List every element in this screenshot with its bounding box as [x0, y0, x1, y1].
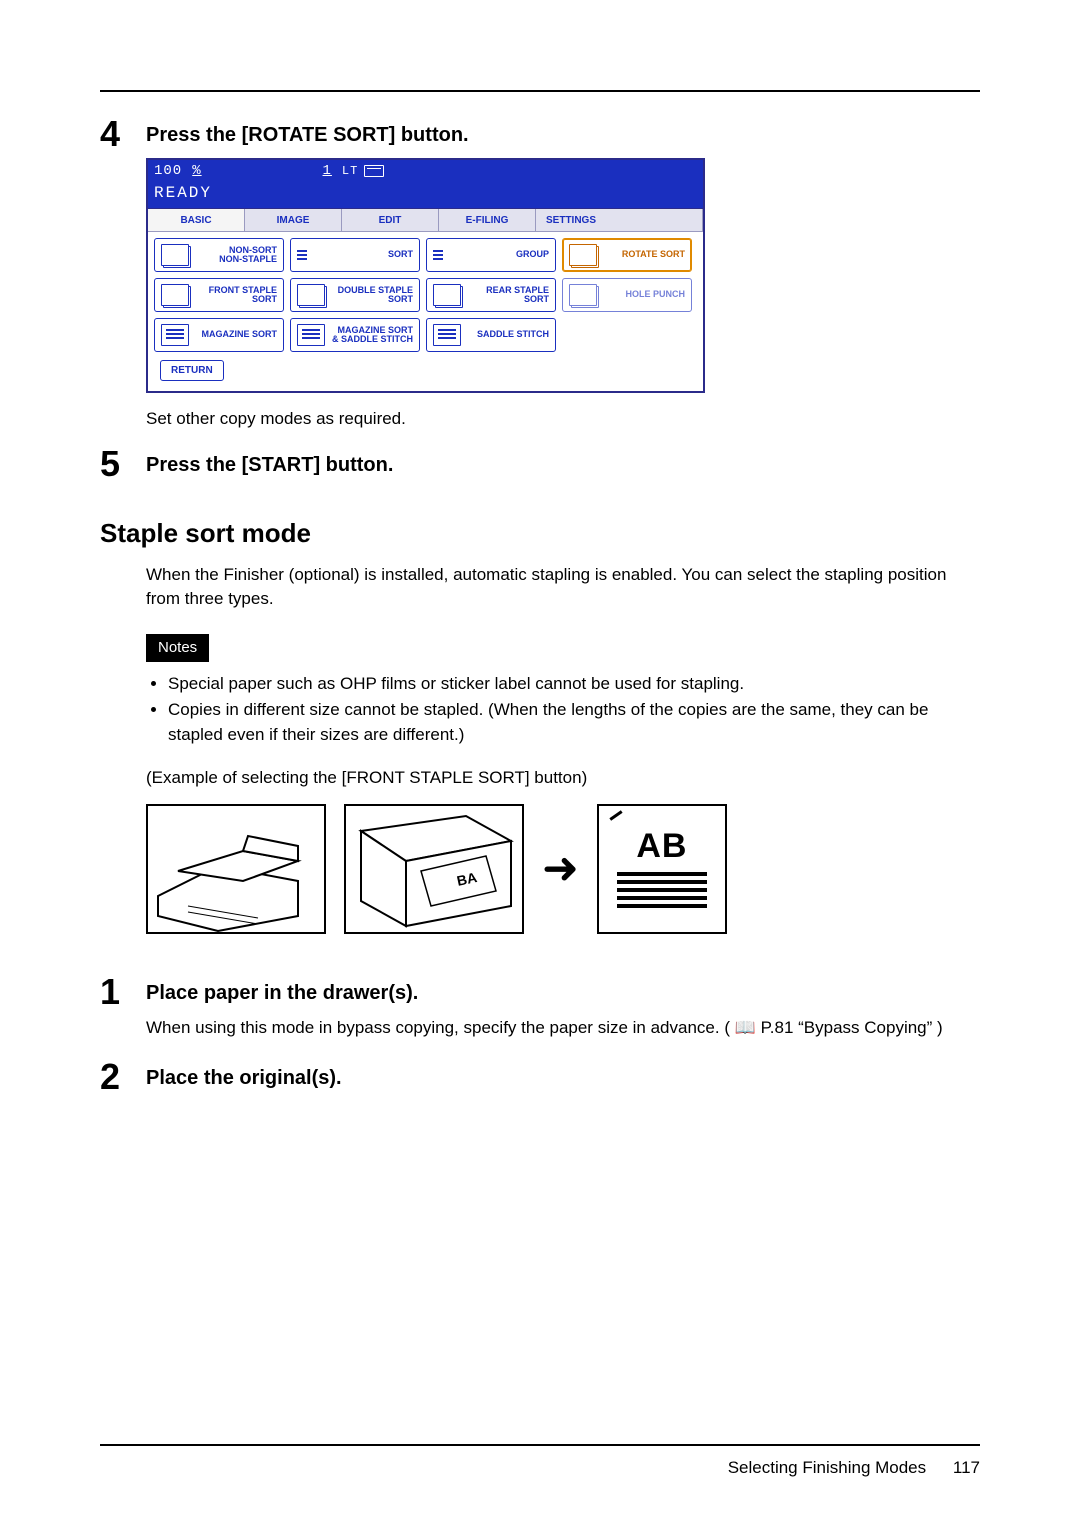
illus-output: AB — [597, 804, 727, 934]
opt-rotate-sort[interactable]: ROTATE SORT — [562, 238, 692, 272]
opt-saddle-stitch[interactable]: SADDLE STITCH — [426, 318, 556, 352]
step-5: 5 Press the [START] button. — [100, 446, 980, 482]
step-4: 4 Press the [ROTATE SORT] button. — [100, 116, 980, 152]
options-grid: NON-SORTNON-STAPLE SORT GROUP ROTATE SOR… — [148, 232, 703, 391]
note-item: Special paper such as OHP films or stick… — [168, 672, 980, 697]
footer: Selecting Finishing Modes 117 — [728, 1458, 980, 1478]
section-title: Staple sort mode — [100, 518, 980, 549]
opt-magazine-sort[interactable]: MAGAZINE SORT — [154, 318, 284, 352]
panel-tabs: BASIC IMAGE EDIT E-FILING SETTINGS — [148, 208, 703, 232]
zoom-unit: % — [192, 163, 201, 179]
note-item: Copies in different size cannot be stapl… — [168, 698, 980, 747]
page-number: 117 — [953, 1458, 980, 1477]
step1-ref: P.81 “Bypass Copying” — [761, 1018, 933, 1037]
footer-rule — [100, 1444, 980, 1446]
tab-settings[interactable]: SETTINGS — [536, 209, 703, 232]
tab-image[interactable]: IMAGE — [245, 209, 342, 232]
step-number: 1 — [100, 974, 146, 1010]
opt-hole-punch[interactable]: HOLE PUNCH — [562, 278, 692, 312]
illus-glass: BA — [344, 804, 524, 934]
page: 4 Press the [ROTATE SORT] button. 100 % … — [0, 0, 1080, 1526]
ab-label: AB — [636, 827, 687, 866]
example-caption: (Example of selecting the [FRONT STAPLE … — [146, 766, 980, 791]
step-number: 4 — [100, 116, 146, 152]
opt-magazine-saddle[interactable]: MAGAZINE SORT& SADDLE STITCH — [290, 318, 420, 352]
text-lines-icon — [617, 872, 707, 912]
copies-value: 1 — [323, 163, 332, 179]
step-title: Press the [START] button. — [146, 446, 393, 477]
tab-efiling[interactable]: E-FILING — [439, 209, 536, 232]
step-title: Place paper in the drawer(s). — [146, 974, 418, 1005]
opt-double-staple[interactable]: DOUBLE STAPLESORT — [290, 278, 420, 312]
tab-basic[interactable]: BASIC — [148, 209, 245, 232]
tray-icon — [364, 165, 384, 177]
book-icon: 📖 — [735, 1018, 761, 1037]
section-intro: When the Finisher (optional) is installe… — [146, 563, 980, 612]
step-title: Press the [ROTATE SORT] button. — [146, 116, 469, 147]
step-number: 5 — [100, 446, 146, 482]
opt-nonsort[interactable]: NON-SORTNON-STAPLE — [154, 238, 284, 272]
zoom-value: 100 — [154, 163, 182, 179]
step-2: 2 Place the original(s). — [100, 1059, 980, 1095]
return-button[interactable]: RETURN — [160, 360, 224, 381]
step-title: Place the original(s). — [146, 1059, 342, 1090]
tab-edit[interactable]: EDIT — [342, 209, 439, 232]
footer-title: Selecting Finishing Modes — [728, 1458, 926, 1477]
panel-wrap: 100 % 1 LT READY BASIC IMAGE EDIT E-FILI… — [146, 158, 980, 393]
panel-header: 100 % 1 LT — [148, 160, 703, 182]
step-1: 1 Place paper in the drawer(s). — [100, 974, 980, 1010]
opt-group[interactable]: GROUP — [426, 238, 556, 272]
opt-rear-staple[interactable]: REAR STAPLESORT — [426, 278, 556, 312]
opt-front-staple[interactable]: FRONT STAPLESORT — [154, 278, 284, 312]
top-rule — [100, 90, 980, 92]
section-body: When the Finisher (optional) is installe… — [146, 563, 980, 791]
opt-sort[interactable]: SORT — [290, 238, 420, 272]
arrow-icon: ➜ — [542, 847, 579, 891]
notes-label: Notes — [146, 634, 209, 662]
step4-note: Set other copy modes as required. — [146, 407, 980, 432]
staple-icon — [609, 810, 622, 820]
step1-text-a: When using this mode in bypass copying, … — [146, 1018, 730, 1037]
step1-text-b: ) — [937, 1018, 943, 1037]
step1-body: When using this mode in bypass copying, … — [146, 1016, 980, 1041]
paper-size: LT — [342, 164, 384, 178]
illus-copier — [146, 804, 326, 934]
step-number: 2 — [100, 1059, 146, 1095]
status-ready: READY — [148, 182, 703, 208]
illustration-row: BA ➜ AB — [146, 804, 980, 934]
notes-list: Special paper such as OHP films or stick… — [146, 672, 980, 748]
copier-panel: 100 % 1 LT READY BASIC IMAGE EDIT E-FILI… — [146, 158, 705, 393]
paper-size-label: LT — [342, 164, 358, 178]
